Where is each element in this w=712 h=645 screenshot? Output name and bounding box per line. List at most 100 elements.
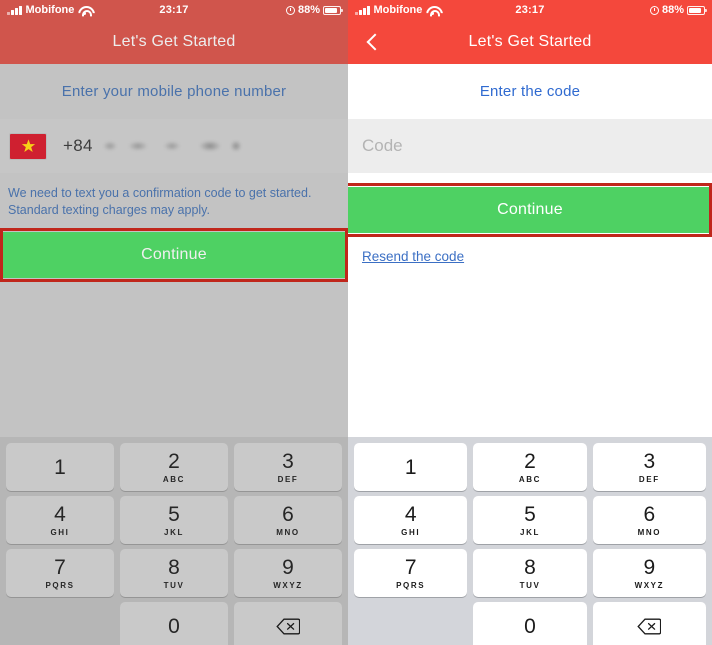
key-9[interactable]: 9 WXYZ xyxy=(234,549,342,597)
keypad-row: 7 PQRS 8 TUV 9 WXYZ xyxy=(351,549,709,597)
page-title: Let's Get Started xyxy=(112,33,236,50)
key-1[interactable]: 1 xyxy=(6,443,114,491)
keypad-row: 1 2 ABC 3 DEF xyxy=(3,443,345,491)
key-digit: 4 xyxy=(54,502,66,526)
prompt-enter-phone: Enter your mobile phone number xyxy=(0,64,348,119)
key-digit: 6 xyxy=(282,502,294,526)
keypad-row: 0 xyxy=(3,602,345,645)
key-digit: 0 xyxy=(524,614,536,638)
key-digit: 9 xyxy=(643,555,656,579)
key-digit: 7 xyxy=(404,555,417,579)
key-1[interactable]: 1 xyxy=(354,443,468,491)
backspace-icon xyxy=(637,618,662,635)
continue-button-wrapper-right: Continue xyxy=(348,183,712,237)
key-digit: 1 xyxy=(54,455,66,479)
key-letters: JKL xyxy=(164,527,184,537)
key-digit: 7 xyxy=(54,555,66,579)
code-input[interactable]: Code xyxy=(348,119,712,173)
key-digit: 0 xyxy=(168,614,180,638)
nav-bar-left: Let's Get Started xyxy=(0,20,348,64)
vietnam-flag-icon[interactable] xyxy=(10,133,46,159)
key-9[interactable]: 9 WXYZ xyxy=(592,549,706,597)
key-0[interactable]: 0 xyxy=(473,602,587,645)
key-2[interactable]: 2 ABC xyxy=(473,443,587,491)
key-letters: WXYZ xyxy=(634,580,665,590)
key-letters: TUV xyxy=(163,580,185,590)
key-5[interactable]: 5 JKL xyxy=(120,496,228,544)
keypad-row: 1 2 ABC 3 DEF xyxy=(351,443,709,491)
key-letters: PQRS xyxy=(45,580,75,590)
key-letters: GHI xyxy=(50,527,70,537)
key-letters: ABC xyxy=(518,474,542,484)
key-backspace[interactable] xyxy=(592,602,706,645)
key-digit: 6 xyxy=(643,502,656,526)
phone-number-value-redacted xyxy=(101,137,252,155)
continue-button[interactable]: Continue xyxy=(348,187,712,233)
back-button[interactable] xyxy=(356,20,390,64)
key-letters: MNO xyxy=(637,527,662,537)
resend-code-link[interactable]: Resend the code xyxy=(348,249,464,264)
key-8[interactable]: 8 TUV xyxy=(473,549,587,597)
keypad-row: 4 GHI 5 JKL 6 MNO xyxy=(351,496,709,544)
battery-icon xyxy=(687,5,707,15)
key-4[interactable]: 4 GHI xyxy=(6,496,114,544)
key-digit: 9 xyxy=(282,555,294,579)
key-3[interactable]: 3 DEF xyxy=(234,443,342,491)
key-digit: 8 xyxy=(524,555,536,579)
numeric-keypad-left: 1 2 ABC 3 DEF 4 GHI 5 JKL 6 MNO 7 PQRS 8 TUV 9W… xyxy=(0,437,348,645)
phone-number-field[interactable]: +84 xyxy=(0,119,348,173)
alarm-clock-icon xyxy=(649,5,659,15)
key-letters: JKL xyxy=(520,527,540,537)
key-letters: DEF xyxy=(638,474,660,484)
key-blank xyxy=(6,602,114,645)
status-bar-right-group: 88% xyxy=(649,4,707,16)
key-2[interactable]: 2 ABC xyxy=(120,443,228,491)
key-digit: 3 xyxy=(643,449,656,473)
key-letters: TUV xyxy=(519,580,541,590)
nav-bar-right: Let's Get Started xyxy=(348,20,712,64)
country-code-label: +84 xyxy=(63,136,93,155)
continue-button[interactable]: Continue xyxy=(0,232,348,278)
key-letters: ABC xyxy=(162,474,186,484)
key-digit: 8 xyxy=(168,555,180,579)
continue-button-wrapper-left: Continue xyxy=(0,228,348,282)
status-bar-right: Mobifone 23:17 88% xyxy=(348,0,712,20)
key-4[interactable]: 4 GHI xyxy=(354,496,468,544)
key-5[interactable]: 5 JKL xyxy=(473,496,587,544)
key-6[interactable]: 6 MNO xyxy=(592,496,706,544)
key-blank xyxy=(354,602,467,645)
key-3[interactable]: 3 DEF xyxy=(592,443,706,491)
key-backspace[interactable] xyxy=(234,602,342,645)
screen-enter-phone-number: Mobifone 23:17 88% Let's Get Started Ent… xyxy=(0,0,348,645)
key-8[interactable]: 8 TUV xyxy=(120,549,228,597)
key-letters: PQRS xyxy=(396,580,426,590)
page-title: Let's Get Started xyxy=(468,33,592,50)
key-7[interactable]: 7 PQRS xyxy=(6,549,114,597)
status-bar-right-group: 88% xyxy=(285,4,343,16)
helper-text: We need to text you a confirmation code … xyxy=(8,186,312,217)
backspace-icon xyxy=(276,618,300,635)
numeric-keypad-right: 1 2 ABC 3 DEF 4 GHI 5 JKL 6 MNO 7 PQRS 8 TUV 9W… xyxy=(348,437,712,645)
key-6[interactable]: 6 MNO xyxy=(234,496,342,544)
keypad-row: 7 PQRS 8 TUV 9 WXYZ xyxy=(3,549,345,597)
alarm-clock-icon xyxy=(285,5,295,15)
screen-enter-code: Mobifone 23:17 88% Let's Get Started Ent… xyxy=(348,0,712,645)
content-left: Enter your mobile phone number +84 We ne… xyxy=(0,64,348,437)
key-letters: GHI xyxy=(401,527,421,537)
dual-screenshot-comparison: Mobifone 23:17 88% Let's Get Started Ent… xyxy=(0,0,712,645)
keypad-row: 0 xyxy=(351,602,709,645)
battery-icon xyxy=(323,5,343,15)
battery-percent-label: 88% xyxy=(661,4,684,16)
key-0[interactable]: 0 xyxy=(120,602,228,645)
code-input-placeholder: Code xyxy=(362,136,403,155)
key-7[interactable]: 7 PQRS xyxy=(354,549,468,597)
key-letters: MNO xyxy=(276,527,300,537)
key-letters: WXYZ xyxy=(273,580,303,590)
key-digit: 5 xyxy=(168,502,180,526)
prompt-enter-code: Enter the code xyxy=(348,64,712,119)
key-digit: 4 xyxy=(404,502,417,526)
key-digit: 2 xyxy=(168,449,180,473)
chevron-left-icon xyxy=(366,33,384,51)
key-digit: 3 xyxy=(282,449,294,473)
key-letters: DEF xyxy=(277,474,299,484)
